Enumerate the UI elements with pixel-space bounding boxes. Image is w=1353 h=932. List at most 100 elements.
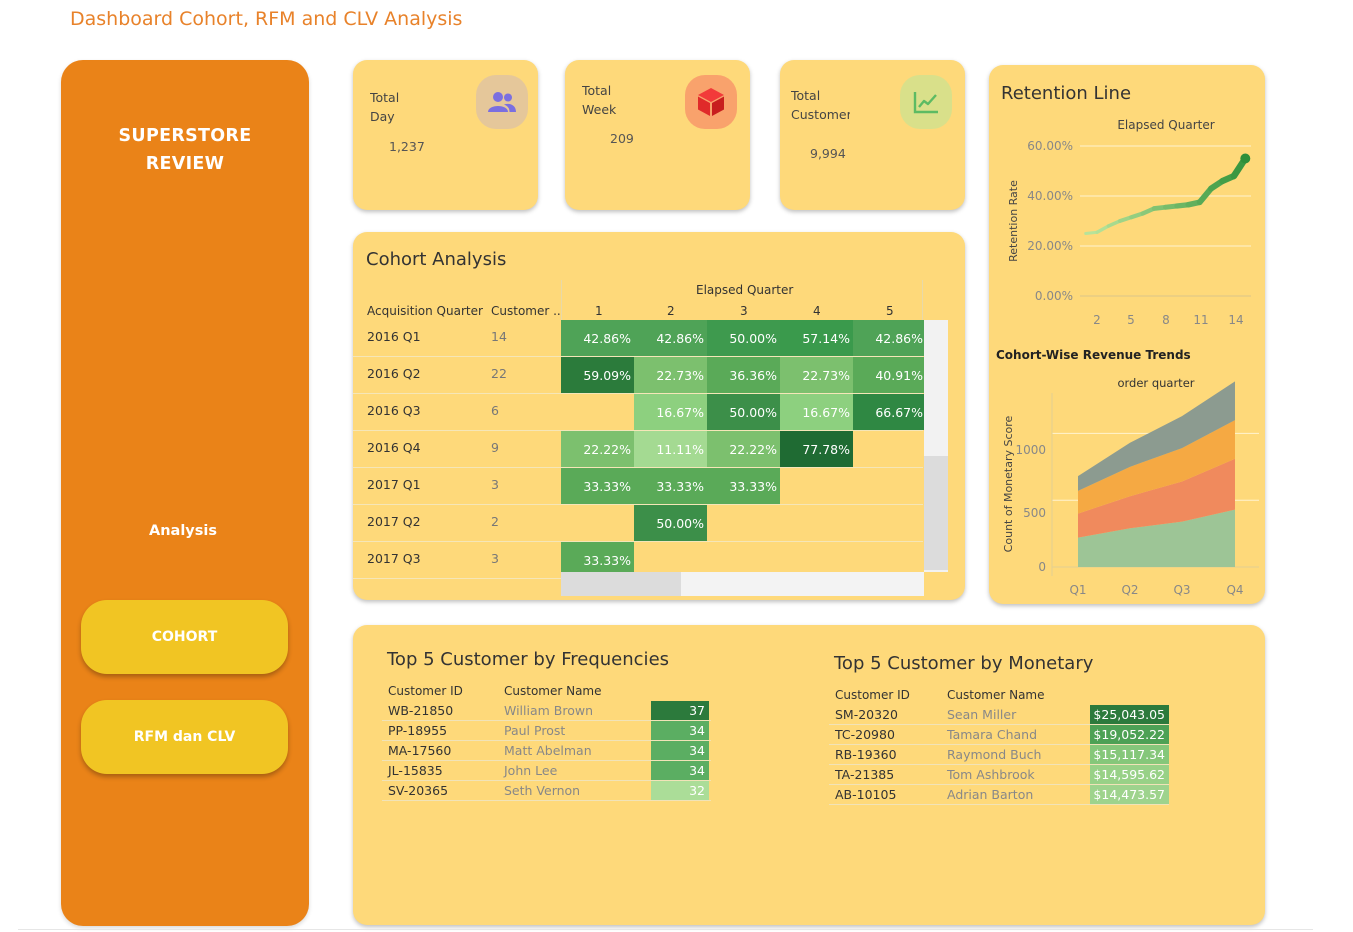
customer-count-header: Customer .. — [491, 304, 561, 318]
page-title: Dashboard Cohort, RFM and CLV Analysis — [70, 8, 463, 30]
cohort-cell[interactable]: 16.67% — [780, 394, 853, 430]
customer-name: Raymond Buch — [947, 747, 1042, 762]
retention-y-tick: 40.00% — [1027, 189, 1073, 203]
customer-value-cell[interactable]: 34 — [651, 761, 709, 780]
customer-id: RB-19360 — [835, 747, 897, 762]
customer-value-cell[interactable]: 37 — [651, 701, 709, 720]
customer-value-cell[interactable]: 34 — [651, 741, 709, 760]
kpi-label-line-1: Total — [791, 88, 821, 103]
cohort-button[interactable]: COHORT — [81, 600, 288, 674]
retention-y-tick: 20.00% — [1027, 239, 1073, 253]
customer-name: Tamara Chand — [947, 727, 1038, 742]
kpi-value: 1,237 — [389, 139, 425, 154]
cohort-title: Cohort Analysis — [366, 249, 507, 270]
retention-x-tick: 2 — [1093, 313, 1101, 327]
cohort-cell[interactable]: 42.86% — [634, 320, 707, 356]
revenue-x-tick: Q1 — [1069, 583, 1086, 597]
retention-x-tick: 8 — [1162, 313, 1170, 327]
cohort-cell[interactable]: 33.33% — [634, 468, 707, 504]
retention-y-tick: 60.00% — [1027, 139, 1073, 153]
customer-value-cell[interactable]: $19,052.22 — [1090, 725, 1169, 744]
cohort-row-count: 9 — [491, 440, 499, 455]
quarter-header-5: 5 — [886, 304, 894, 318]
quarter-header-1: 1 — [595, 304, 603, 318]
retention-end-point[interactable] — [1240, 153, 1251, 164]
cohort-cell[interactable]: 22.22% — [561, 431, 634, 467]
cohort-analysis-card: Cohort Analysis Elapsed Quarter Acquisit… — [353, 232, 965, 600]
kpi-label-line-1: Total — [582, 83, 612, 98]
cohort-cell[interactable]: 50.00% — [707, 394, 780, 430]
top-monetary-title: Top 5 Customer by Monetary — [834, 653, 1094, 674]
cohort-cell[interactable]: 36.36% — [707, 357, 780, 393]
customer-name: Paul Prost — [504, 723, 566, 738]
horizontal-scrollbar[interactable] — [561, 572, 924, 596]
cohort-row-label: 2016 Q2 — [367, 366, 421, 381]
cohort-cell[interactable]: 66.67% — [853, 394, 926, 430]
cohort-cell[interactable]: 50.00% — [707, 320, 780, 356]
kpi-label-line-2: Week — [582, 102, 617, 117]
row-divider — [353, 541, 923, 542]
retention-x-tick: 11 — [1193, 313, 1208, 327]
customer-id: SM-20320 — [835, 707, 898, 722]
customer-value-cell[interactable]: $15,117.34 — [1090, 745, 1169, 764]
customer-value-cell[interactable]: $14,473.57 — [1090, 785, 1169, 804]
customer-value-cell[interactable]: $25,043.05 — [1090, 705, 1169, 724]
customer-id: MA-17560 — [388, 743, 452, 758]
customer-id: TC-20980 — [835, 727, 895, 742]
freq-col-id: Customer ID — [388, 684, 463, 698]
kpi-card-total-day: Total Day 1,237 — [353, 60, 538, 210]
customer-value-cell[interactable]: 32 — [651, 781, 709, 800]
dashboard-page: Dashboard Cohort, RFM and CLV Analysis S… — [0, 0, 1353, 932]
charts-svg: Elapsed Quarter Retention Rate 60.00% 40… — [996, 118, 1259, 597]
vertical-scrollbar[interactable] — [924, 320, 948, 572]
cohort-row-label: 2016 Q4 — [367, 440, 421, 455]
brand-line-1: SUPERSTORE — [118, 126, 252, 146]
customer-name: Tom Ashbrook — [947, 767, 1035, 782]
customer-id: SV-20365 — [388, 783, 449, 798]
vertical-scrollbar-thumb[interactable] — [924, 456, 948, 570]
customer-name: Matt Abelman — [504, 743, 592, 758]
kpi-label-line-1: Total — [370, 90, 400, 105]
kpi-label-line-2: Day — [370, 109, 395, 124]
cohort-cell[interactable]: 57.14% — [780, 320, 853, 356]
horizontal-scrollbar-thumb[interactable] — [561, 572, 681, 596]
revenue-x-tick: Q4 — [1226, 583, 1243, 597]
customer-name: Sean Miller — [947, 707, 1017, 722]
customer-name: William Brown — [504, 703, 594, 718]
cohort-cell[interactable]: 33.33% — [707, 468, 780, 504]
cohort-cell[interactable]: 59.09% — [561, 357, 634, 393]
retention-y-title: Retention Rate — [1007, 180, 1020, 262]
box-icon — [685, 75, 737, 129]
cohort-cell[interactable]: 22.22% — [707, 431, 780, 467]
customer-name: Seth Vernon — [504, 783, 581, 798]
monetary-col-id: Customer ID — [835, 688, 910, 702]
revenue-y-tick: 1000 — [1015, 443, 1046, 457]
quarter-header-2: 2 — [667, 304, 675, 318]
retention-x-tick: 5 — [1127, 313, 1135, 327]
cohort-cell[interactable]: 50.00% — [634, 505, 707, 541]
kpi-card-total-week: Total Week 209 — [565, 60, 750, 210]
rfm-clv-button[interactable]: RFM dan CLV — [81, 700, 288, 774]
cohort-cell[interactable]: 42.86% — [561, 320, 634, 356]
revenue-title: Cohort-Wise Revenue Trends — [996, 348, 1191, 362]
cohort-cell[interactable]: 42.86% — [853, 320, 926, 356]
customer-id: TA-21385 — [835, 767, 895, 782]
cohort-cell[interactable]: 16.67% — [634, 394, 707, 430]
retention-gridlines — [1080, 145, 1251, 297]
cohort-row-count: 2 — [491, 514, 499, 529]
kpi-card-total-customers: Total Customers 9,994 — [780, 60, 965, 210]
cohort-cell[interactable]: 22.73% — [780, 357, 853, 393]
customer-value-cell[interactable]: 34 — [651, 721, 709, 740]
cohort-cell[interactable]: 22.73% — [634, 357, 707, 393]
customer-value-cell[interactable]: $14,595.62 — [1090, 765, 1169, 784]
cohort-cell[interactable]: 40.91% — [853, 357, 926, 393]
revenue-x-tick: Q2 — [1121, 583, 1138, 597]
cohort-cell[interactable]: 11.11% — [634, 431, 707, 467]
cohort-cell[interactable]: 33.33% — [561, 468, 634, 504]
retention-y-tick: 0.00% — [1035, 289, 1073, 303]
kpi-value: 9,994 — [810, 146, 846, 161]
cohort-row-label: 2017 Q1 — [367, 477, 421, 492]
top-frequency-title: Top 5 Customer by Frequencies — [387, 649, 670, 670]
retention-card: Retention Line Elapsed Quarter Retention… — [989, 65, 1265, 604]
cohort-cell[interactable]: 77.78% — [780, 431, 853, 467]
